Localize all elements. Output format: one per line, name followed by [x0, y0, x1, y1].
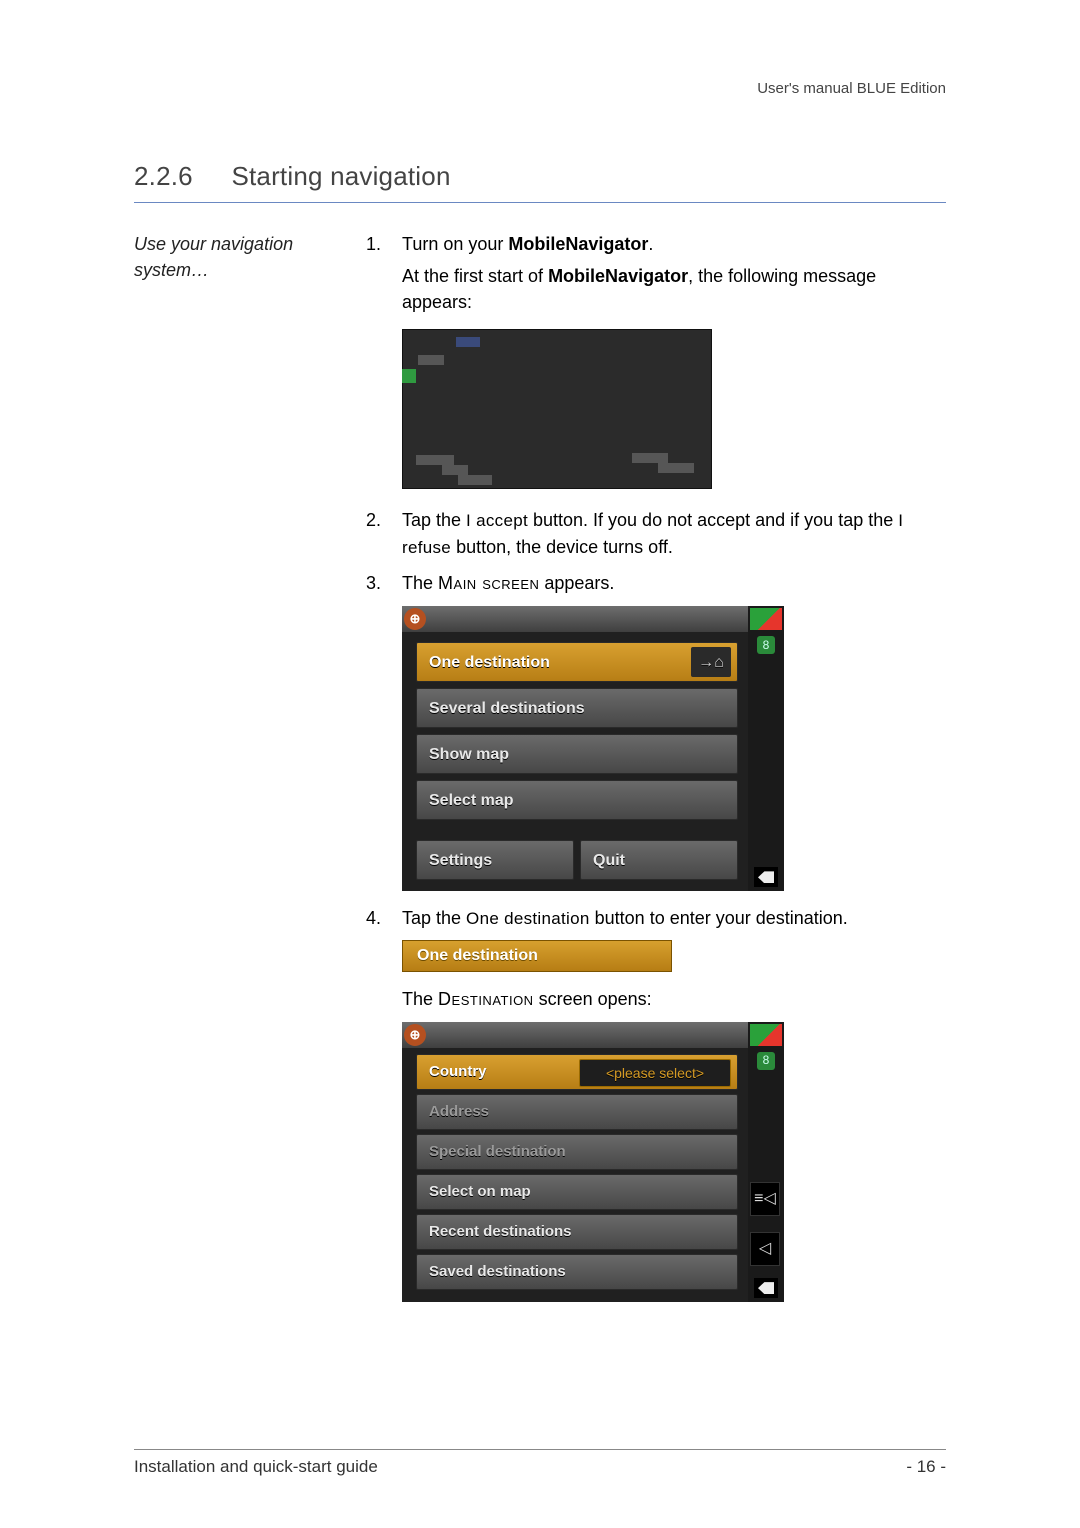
msg-block: [402, 369, 416, 383]
recent-destinations-label: Recent destinations: [429, 1221, 572, 1243]
product-name: MobileNavigator: [508, 234, 648, 254]
select-map-label: Select map: [429, 789, 513, 812]
msg-block: [658, 463, 694, 473]
satellite-count: 8: [757, 1052, 775, 1070]
main-screen-label: Main screen: [438, 573, 539, 593]
power-icon: [754, 867, 778, 887]
one-destination-button[interactable]: One destination →⌂: [416, 642, 738, 682]
address-button[interactable]: Address: [416, 1094, 738, 1130]
one-destination-word: One destination: [466, 909, 590, 928]
saved-destinations-button[interactable]: Saved destinations: [416, 1254, 738, 1290]
quit-label: Quit: [593, 849, 625, 872]
step-2-b: button. If you do not accept and if you …: [528, 510, 898, 530]
msg-block: [416, 455, 454, 465]
settings-button[interactable]: Settings: [416, 840, 574, 880]
screen-sidebar: 8: [748, 606, 784, 891]
country-label: Country: [429, 1061, 487, 1083]
select-on-map-button[interactable]: Select on map: [416, 1174, 738, 1210]
step-1-text: Turn on your MobileNavigator.: [402, 234, 653, 254]
step-1-number: 1.: [366, 231, 381, 257]
show-map-button[interactable]: Show map: [416, 734, 738, 774]
step-4-text: Tap the One destination button to enter …: [402, 908, 848, 928]
select-map-button[interactable]: Select map: [416, 780, 738, 820]
step-1-sub-a: At the first start of: [402, 266, 548, 286]
main-content: 1. Turn on your MobileNavigator. At the …: [366, 231, 946, 1312]
msg-block: [442, 465, 468, 475]
screen-topbar: ⊕: [402, 606, 784, 632]
step-1: 1. Turn on your MobileNavigator. At the …: [366, 231, 946, 489]
screen-sidebar: 8 ≡◁ ◁: [748, 1022, 784, 1302]
main-menu: One destination →⌂ Several destinations …: [416, 642, 738, 881]
step-1-lead: Turn on your: [402, 234, 508, 254]
step-3-text: The Main screen appears.: [402, 573, 614, 593]
section-number: 2.2.6: [134, 158, 224, 196]
step-3: 3. The Main screen appears. ⊕ 8: [366, 570, 946, 891]
step-4-sub-b: screen opens:: [534, 989, 652, 1009]
satellite-count: 8: [757, 636, 775, 654]
msg-block: [456, 337, 480, 347]
show-map-label: Show map: [429, 743, 509, 766]
settings-label: Settings: [429, 849, 492, 872]
step-2-text: Tap the I accept button. If you do not a…: [402, 510, 903, 557]
step-4-sub: The Destination screen opens:: [402, 986, 946, 1012]
step-4: 4. Tap the One destination button to ent…: [366, 905, 946, 1302]
back-icon[interactable]: ◁: [750, 1232, 780, 1266]
destination-label: Destination: [438, 989, 534, 1009]
country-button[interactable]: Country <please select>: [416, 1054, 738, 1090]
manual-page: User's manual BLUE Edition 2.2.6 Startin…: [0, 0, 1080, 1528]
step-3-number: 3.: [366, 570, 381, 596]
home-icon[interactable]: →⌂: [691, 647, 731, 677]
several-destinations-button[interactable]: Several destinations: [416, 688, 738, 728]
special-destination-label: Special destination: [429, 1141, 566, 1163]
step-2-number: 2.: [366, 507, 381, 533]
country-select[interactable]: <please select>: [579, 1059, 731, 1087]
step-4-number: 4.: [366, 905, 381, 931]
footer-page-number: - 16 -: [906, 1455, 946, 1480]
step-3-b: appears.: [539, 573, 614, 593]
step-4-a: Tap the: [402, 908, 466, 928]
gps-icon: ⊕: [404, 1024, 426, 1046]
step-4-sub-a: The: [402, 989, 438, 1009]
footer-rule: [134, 1449, 946, 1450]
step-2: 2. Tap the I accept button. If you do no…: [366, 507, 946, 560]
saved-destinations-label: Saved destinations: [429, 1261, 566, 1283]
list-back-icon[interactable]: ≡◁: [750, 1182, 780, 1216]
main-screen-image: ⊕ 8 One destination →⌂ Sever: [402, 606, 784, 891]
one-destination-pill-label: One destination: [417, 944, 538, 967]
destination-screen-image: ⊕ 8 ≡◁ ◁ Country <please sele: [402, 1022, 784, 1302]
msg-block: [418, 355, 444, 365]
i-accept-label: I accept: [466, 511, 528, 530]
step-4-b: button to enter your destination.: [590, 908, 848, 928]
quit-button[interactable]: Quit: [580, 840, 738, 880]
one-destination-pill[interactable]: One destination: [402, 940, 672, 972]
special-destination-button[interactable]: Special destination: [416, 1134, 738, 1170]
several-destinations-label: Several destinations: [429, 697, 585, 720]
flag-icon: [750, 1024, 782, 1046]
section-title: Starting navigation: [231, 161, 450, 191]
step-1-trail: .: [648, 234, 653, 254]
product-name-2: MobileNavigator: [548, 266, 688, 286]
flag-icon: [750, 608, 782, 630]
gps-icon: ⊕: [404, 608, 426, 630]
startup-message-image: [402, 329, 712, 489]
step-2-a: Tap the: [402, 510, 466, 530]
select-on-map-label: Select on map: [429, 1181, 531, 1203]
step-2-c: button, the device turns off.: [451, 537, 673, 557]
section-heading: 2.2.6 Starting navigation: [134, 158, 946, 203]
page-footer: Installation and quick-start guide - 16 …: [134, 1455, 946, 1480]
msg-block: [632, 453, 668, 463]
margin-note: Use your navigation system…: [134, 231, 334, 1312]
screen-topbar: ⊕: [402, 1022, 784, 1048]
footer-left: Installation and quick-start guide: [134, 1455, 378, 1480]
address-label: Address: [429, 1101, 489, 1123]
power-icon: [754, 1278, 778, 1298]
step-1-sub: At the first start of MobileNavigator, t…: [402, 263, 946, 315]
msg-block: [458, 475, 492, 485]
step-3-a: The: [402, 573, 438, 593]
one-destination-label: One destination: [429, 651, 550, 674]
header-edition: User's manual BLUE Edition: [757, 78, 946, 100]
destination-menu: Country <please select> Address Special …: [416, 1054, 738, 1296]
recent-destinations-button[interactable]: Recent destinations: [416, 1214, 738, 1250]
